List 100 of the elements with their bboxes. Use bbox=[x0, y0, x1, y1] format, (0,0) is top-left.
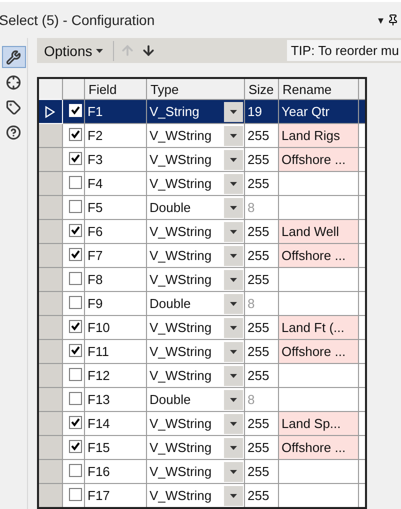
type-dropdown-button[interactable] bbox=[224, 198, 242, 218]
wrench-tab[interactable] bbox=[2, 46, 26, 68]
type-value: V_WString bbox=[148, 440, 213, 455]
options-button[interactable]: Options bbox=[40, 42, 108, 58]
type-value: V_WString bbox=[148, 368, 213, 383]
size-value: 19 bbox=[246, 104, 263, 119]
rename-value: Land Sp... bbox=[280, 416, 342, 431]
menu-caret[interactable]: ▾ bbox=[378, 14, 384, 26]
window-title: Select (5) - Configuration bbox=[0, 12, 155, 28]
field-name: F9 bbox=[86, 296, 104, 311]
type-value: V_WString bbox=[148, 464, 213, 479]
pin-icon[interactable] bbox=[387, 14, 399, 26]
caret-icon bbox=[230, 374, 236, 378]
field-name: F7 bbox=[86, 248, 104, 263]
caret-icon bbox=[230, 422, 236, 426]
type-dropdown-button[interactable] bbox=[224, 342, 242, 362]
type-value: V_String bbox=[148, 104, 200, 119]
field-name: F16 bbox=[86, 464, 111, 479]
type-dropdown-button[interactable] bbox=[224, 438, 242, 458]
field-name: F10 bbox=[86, 320, 111, 335]
caret-icon bbox=[230, 278, 236, 282]
field-name: F5 bbox=[86, 200, 104, 215]
checkbox[interactable] bbox=[68, 296, 82, 308]
size-value: 255 bbox=[246, 368, 270, 383]
type-dropdown-button[interactable] bbox=[224, 390, 242, 410]
type-dropdown-button[interactable] bbox=[224, 150, 242, 170]
checkbox[interactable] bbox=[68, 488, 82, 500]
caret-icon bbox=[230, 470, 236, 474]
type-dropdown-button[interactable] bbox=[224, 246, 242, 266]
type-dropdown-button[interactable] bbox=[224, 414, 242, 434]
size-value: 255 bbox=[246, 176, 270, 191]
type-dropdown-button[interactable] bbox=[224, 366, 242, 386]
caret-icon bbox=[96, 48, 104, 52]
rename-value: Offshore ... bbox=[280, 344, 347, 359]
type-dropdown-button[interactable] bbox=[224, 102, 242, 122]
type-dropdown-button[interactable] bbox=[224, 462, 242, 482]
checkbox[interactable] bbox=[68, 224, 82, 236]
field-name: F12 bbox=[86, 368, 111, 383]
checkbox[interactable] bbox=[68, 272, 82, 284]
checkbox[interactable] bbox=[68, 440, 82, 452]
caret-icon bbox=[230, 446, 236, 450]
size-value: 255 bbox=[246, 272, 270, 287]
field-name: F14 bbox=[86, 416, 111, 431]
caret-icon bbox=[230, 182, 236, 186]
checkbox[interactable] bbox=[68, 344, 82, 356]
type-dropdown-button[interactable] bbox=[224, 318, 242, 338]
size-value: 255 bbox=[246, 152, 270, 167]
type-value: V_WString bbox=[148, 320, 213, 335]
type-dropdown-button[interactable] bbox=[224, 486, 242, 506]
type-dropdown-button[interactable] bbox=[224, 174, 242, 194]
type-value: V_WString bbox=[148, 416, 213, 431]
field-name: F1 bbox=[86, 104, 104, 119]
caret-icon bbox=[230, 494, 236, 498]
type-dropdown-button[interactable] bbox=[224, 222, 242, 242]
rename-value: Land Rigs bbox=[280, 128, 342, 143]
checkbox[interactable] bbox=[68, 248, 82, 260]
checkbox[interactable] bbox=[68, 416, 82, 428]
rename-value: Land Well bbox=[280, 224, 340, 239]
field-name: F6 bbox=[86, 224, 104, 239]
field-name: F15 bbox=[86, 440, 111, 455]
checkbox[interactable] bbox=[68, 392, 82, 404]
checkbox[interactable] bbox=[68, 368, 82, 380]
caret-icon bbox=[230, 326, 236, 330]
field-name: F8 bbox=[86, 272, 104, 287]
checkbox[interactable] bbox=[68, 128, 82, 140]
type-value: V_WString bbox=[148, 488, 213, 503]
column-header[interactable]: Rename bbox=[278, 78, 358, 100]
field-name: F4 bbox=[86, 176, 104, 191]
caret-icon bbox=[230, 398, 236, 402]
type-value: Double bbox=[148, 296, 192, 311]
field-name: F2 bbox=[86, 128, 104, 143]
checkbox[interactable] bbox=[68, 320, 82, 332]
size-value: 255 bbox=[246, 320, 270, 335]
size-value: 255 bbox=[246, 416, 270, 431]
size-value: 8 bbox=[246, 392, 256, 407]
checkbox[interactable] bbox=[68, 152, 82, 164]
size-value: 255 bbox=[246, 128, 270, 143]
column-header[interactable]: Size bbox=[244, 78, 278, 100]
size-value: 8 bbox=[246, 296, 256, 311]
rename-value: Year Qtr bbox=[280, 104, 330, 119]
move-down-icon[interactable] bbox=[141, 43, 156, 58]
type-value: Double bbox=[148, 200, 192, 215]
type-dropdown-button[interactable] bbox=[224, 270, 242, 290]
caret-icon bbox=[230, 158, 236, 162]
rename-value: Land Ft (... bbox=[280, 320, 346, 335]
checkbox[interactable] bbox=[68, 200, 82, 212]
caret-icon bbox=[230, 350, 236, 354]
type-value: Double bbox=[148, 392, 192, 407]
type-value: V_WString bbox=[148, 176, 213, 191]
checkbox[interactable] bbox=[68, 464, 82, 476]
checkbox[interactable] bbox=[68, 176, 82, 188]
rename-value: Offshore ... bbox=[280, 248, 347, 263]
field-name: F3 bbox=[86, 152, 104, 167]
type-value: V_WString bbox=[148, 248, 213, 263]
column-header[interactable]: Type bbox=[146, 78, 244, 100]
type-dropdown-button[interactable] bbox=[224, 294, 242, 314]
caret-icon bbox=[230, 254, 236, 258]
column-header[interactable]: Field bbox=[84, 78, 146, 100]
type-dropdown-button[interactable] bbox=[224, 126, 242, 146]
rename-value: Offshore ... bbox=[280, 152, 347, 167]
